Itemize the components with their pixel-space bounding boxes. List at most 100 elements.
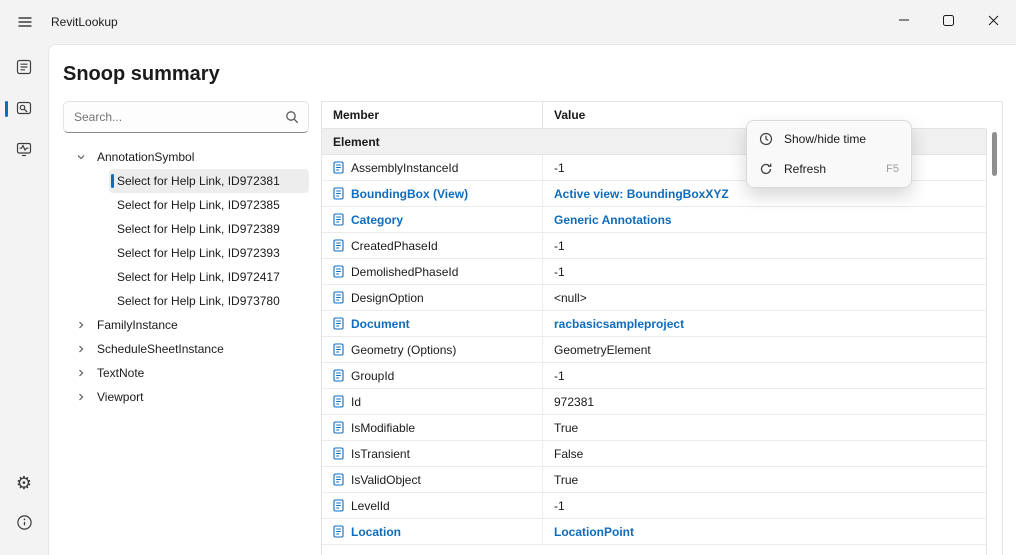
- column-header-member[interactable]: Member: [322, 102, 543, 128]
- member-name: LevelId: [351, 498, 390, 513]
- table-row[interactable]: CreatedPhaseId -1: [322, 233, 986, 259]
- value-cell[interactable]: racbasicsampleproject: [543, 311, 986, 336]
- member-name: CreatedPhaseId: [351, 238, 438, 253]
- member-name: Document: [351, 316, 410, 331]
- property-icon: [333, 499, 344, 512]
- menu-icon[interactable]: [8, 7, 42, 37]
- property-icon: [333, 447, 344, 460]
- member-name: Location: [351, 524, 401, 539]
- dashboard-icon: [15, 58, 33, 79]
- tree-item[interactable]: Select for Help Link, ID972381: [109, 169, 309, 193]
- property-icon: [333, 525, 344, 538]
- member-name: Category: [351, 212, 404, 227]
- tree-item-label: TextNote: [97, 366, 145, 380]
- value-cell: 972381: [554, 394, 595, 409]
- value-cell: -1: [554, 238, 565, 253]
- property-icon: [333, 187, 344, 200]
- chevron-right-icon[interactable]: [76, 392, 86, 402]
- table-row[interactable]: IsValidObject True: [322, 467, 986, 493]
- titlebar: RevitLookup: [0, 0, 1016, 44]
- property-icon: [333, 369, 344, 382]
- menu-item-refresh[interactable]: Refresh F5: [750, 154, 908, 184]
- member-name: GroupId: [351, 368, 395, 383]
- value-cell: -1: [554, 368, 565, 383]
- tree-item-label: Select for Help Link, ID972381: [117, 174, 280, 188]
- menu-item-shortcut: F5: [886, 163, 899, 175]
- member-name: IsTransient: [351, 446, 410, 461]
- tree-item[interactable]: TextNote: [63, 361, 309, 385]
- table-row[interactable]: Category Generic Annotations: [322, 207, 986, 233]
- table-row[interactable]: Geometry (Options) GeometryElement: [322, 337, 986, 363]
- maximize-button[interactable]: [926, 0, 971, 40]
- table-row[interactable]: Location LocationPoint: [322, 519, 986, 545]
- tree-item[interactable]: Viewport: [63, 385, 309, 409]
- member-cell: DemolishedPhaseId: [322, 259, 543, 284]
- member-name: BoundingBox (View): [351, 186, 469, 201]
- table-row[interactable]: IsModifiable True: [322, 415, 986, 441]
- vertical-scrollbar[interactable]: [986, 129, 1002, 555]
- table-row[interactable]: IsTransient False: [322, 441, 986, 467]
- tree-item[interactable]: Select for Help Link, ID972389: [109, 217, 309, 241]
- minimize-button[interactable]: [881, 0, 926, 40]
- search-icon[interactable]: [285, 110, 299, 129]
- member-name: Geometry (Options): [351, 342, 457, 357]
- context-menu: Show/hide time Refresh F5: [746, 120, 912, 188]
- scrollbar-thumb[interactable]: [992, 132, 997, 176]
- tree-item[interactable]: Select for Help Link, ID972385: [109, 193, 309, 217]
- property-icon: [333, 317, 344, 330]
- value-cell: <null>: [554, 290, 587, 305]
- property-icon: [333, 343, 344, 356]
- table-row[interactable]: GroupId -1: [322, 363, 986, 389]
- tree-item[interactable]: Select for Help Link, ID973780: [109, 289, 309, 313]
- value-cell: -1: [554, 498, 565, 513]
- member-cell[interactable]: BoundingBox (View): [322, 181, 543, 206]
- value-cell: True: [554, 472, 579, 487]
- value-cell: -1: [554, 264, 565, 279]
- member-cell: LevelId: [322, 493, 543, 518]
- value-cell[interactable]: LocationPoint: [543, 519, 986, 544]
- menu-item-label: Show/hide time: [784, 132, 867, 146]
- tree-item-label: AnnotationSymbol: [97, 150, 195, 164]
- member-name: IsValidObject: [351, 472, 421, 487]
- property-icon: [333, 395, 344, 408]
- snoop-icon: [15, 99, 33, 120]
- menu-item-label: Refresh: [784, 162, 827, 176]
- tree-item[interactable]: ScheduleSheetInstance: [63, 337, 309, 361]
- menu-item-show-hide-time[interactable]: Show/hide time: [750, 124, 908, 154]
- tree-item[interactable]: Select for Help Link, ID972393: [109, 241, 309, 265]
- tree-item[interactable]: Select for Help Link, ID972417: [109, 265, 309, 289]
- member-cell[interactable]: Document: [322, 311, 543, 336]
- grid-body: AssemblyInstanceId -1 BoundingBox (View) Ac…: [322, 155, 986, 545]
- nav-event-monitor-item[interactable]: [5, 132, 43, 168]
- nav-dashboard-item[interactable]: [5, 50, 43, 86]
- tree-item[interactable]: AnnotationSymbol: [63, 145, 309, 169]
- chevron-down-icon[interactable]: [76, 152, 86, 162]
- property-icon: [333, 265, 344, 278]
- chevron-right-icon[interactable]: [76, 344, 86, 354]
- close-button[interactable]: [971, 0, 1016, 40]
- tree-item-label: Select for Help Link, ID972393: [117, 246, 280, 260]
- app-title: RevitLookup: [51, 15, 118, 29]
- settings-button[interactable]: ⚙: [5, 465, 43, 501]
- member-cell: CreatedPhaseId: [322, 233, 543, 258]
- table-row[interactable]: LevelId -1: [322, 493, 986, 519]
- table-row[interactable]: Document racbasicsampleproject: [322, 311, 986, 337]
- window-controls: [881, 0, 1016, 40]
- about-button[interactable]: [5, 506, 43, 542]
- member-cell: IsModifiable: [322, 415, 543, 440]
- chevron-right-icon[interactable]: [76, 320, 86, 330]
- value-cell[interactable]: Generic Annotations: [543, 207, 986, 232]
- member-cell[interactable]: Category: [322, 207, 543, 232]
- chevron-right-icon[interactable]: [76, 368, 86, 378]
- tree-item[interactable]: FamilyInstance: [63, 313, 309, 337]
- member-cell[interactable]: Location: [322, 519, 543, 544]
- search-input[interactable]: [64, 110, 308, 124]
- tree-item-label: Select for Help Link, ID972385: [117, 198, 280, 212]
- property-icon: [333, 239, 344, 252]
- table-row[interactable]: DesignOption <null>: [322, 285, 986, 311]
- member-cell: GroupId: [322, 363, 543, 388]
- value-cell: GeometryElement: [554, 342, 651, 357]
- table-row[interactable]: Id 972381: [322, 389, 986, 415]
- table-row[interactable]: DemolishedPhaseId -1: [322, 259, 986, 285]
- nav-snoop-summary-item[interactable]: [5, 91, 43, 127]
